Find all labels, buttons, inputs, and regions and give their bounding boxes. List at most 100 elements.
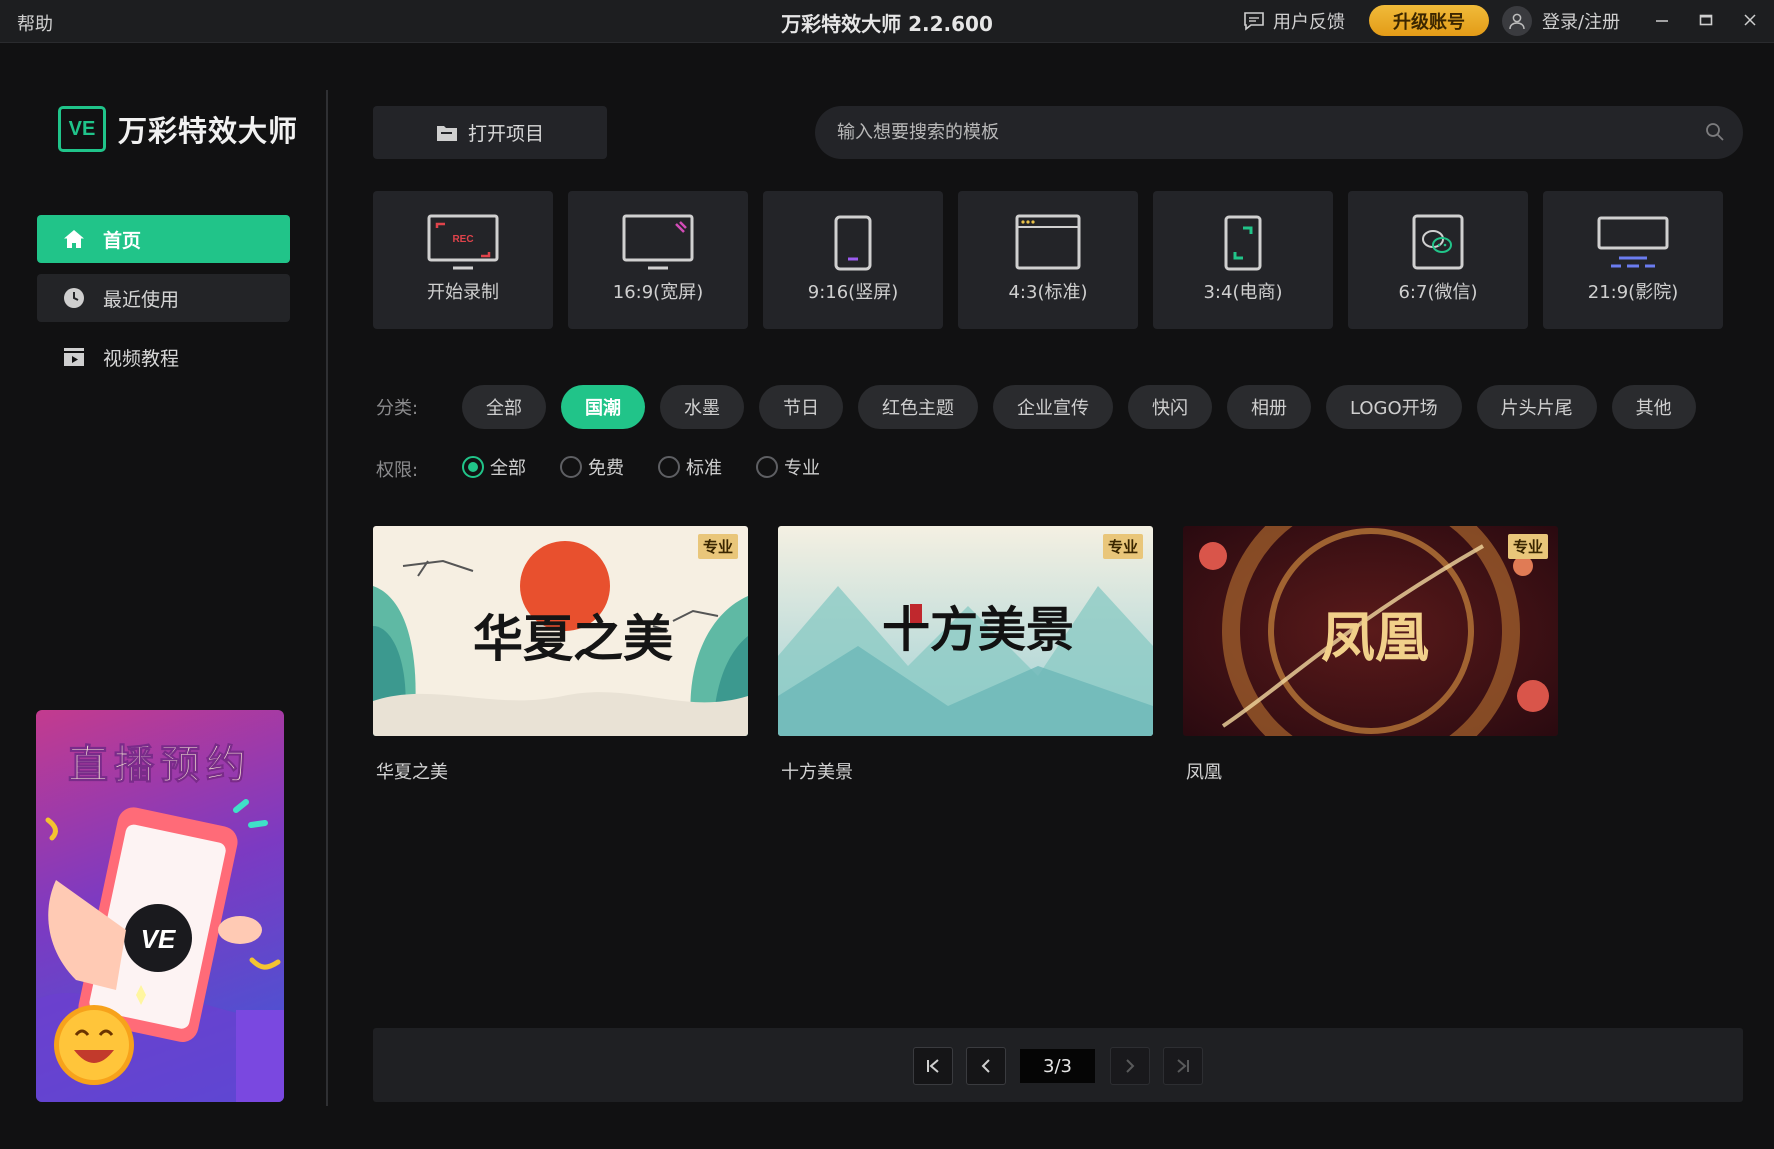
ratio-card-16-9[interactable]: 16:9(宽屏): [568, 191, 748, 329]
template-art: 凤凰: [1183, 526, 1558, 736]
category-chip-ink[interactable]: 水墨: [660, 385, 744, 429]
radio-label: 标准: [686, 458, 722, 479]
template-art: 十方美景: [778, 526, 1153, 736]
open-project-button[interactable]: 打开项目: [373, 106, 607, 159]
radio-dot: [462, 456, 484, 478]
ratio-card-3-4[interactable]: 3:4(电商): [1153, 191, 1333, 329]
template-name: 华夏之美: [376, 762, 448, 783]
template-card[interactable]: 凤凰 专业 凤凰: [1183, 526, 1558, 784]
search-icon[interactable]: [1705, 122, 1725, 142]
sidebar-item-label: 视频教程: [103, 347, 180, 370]
permission-filter-label: 权限:: [376, 460, 419, 481]
permission-radio-standard[interactable]: 标准: [658, 454, 722, 480]
category-chip-guochao[interactable]: 国潮: [561, 385, 645, 429]
folder-icon: [436, 125, 457, 141]
template-art-text: 华夏之美: [473, 609, 673, 668]
chevron-right-icon: [1126, 1059, 1135, 1073]
ratio-card-label: 16:9(宽屏): [612, 282, 704, 303]
ratio-card-label: 开始录制: [427, 282, 499, 303]
close-icon: [1744, 14, 1756, 26]
cinema-icon: [1597, 216, 1669, 268]
radio-dot: [756, 456, 778, 478]
template-name: 凤凰: [1186, 762, 1222, 783]
radio-label: 专业: [784, 458, 820, 479]
template-thumbnail[interactable]: 华夏之美 专业: [373, 526, 748, 736]
app-window: 帮助 万彩特效大师 2.2.600 用户反馈 升级账号 登录/注册 VE 万彩特…: [0, 0, 1774, 1149]
ecommerce-icon: [1224, 215, 1262, 271]
category-chip-corporate[interactable]: 企业宣传: [993, 385, 1113, 429]
feedback-label: 用户反馈: [1273, 12, 1345, 33]
ratio-card-4-3[interactable]: 4:3(标准): [958, 191, 1138, 329]
template-thumbnail[interactable]: 凤凰 专业: [1183, 526, 1558, 736]
ratio-card-record[interactable]: REC 开始录制: [373, 191, 553, 329]
user-avatar-icon: [1502, 5, 1532, 36]
category-chip-all[interactable]: 全部: [462, 385, 546, 429]
banner-phone-mark: VE: [141, 924, 176, 954]
ratio-card-label: 21:9(影院): [1587, 282, 1679, 303]
radio-dot: [658, 456, 680, 478]
app-logo: VE 万彩特效大师: [58, 106, 298, 152]
clock-icon: [64, 288, 84, 308]
standard-icon: [1015, 214, 1081, 270]
maximize-icon: [1699, 14, 1713, 26]
first-page-icon: [927, 1059, 939, 1073]
category-chip-album[interactable]: 相册: [1227, 385, 1311, 429]
maximize-button[interactable]: [1690, 6, 1722, 34]
first-page-button[interactable]: [913, 1047, 953, 1085]
chevron-left-icon: [981, 1059, 990, 1073]
prev-page-button[interactable]: [966, 1047, 1006, 1085]
template-search-bar: [815, 106, 1743, 159]
template-name: 十方美景: [781, 762, 853, 783]
feedback-icon: [1244, 12, 1264, 31]
pagination-bar: 3/3: [373, 1028, 1743, 1102]
category-chip-festival[interactable]: 节日: [759, 385, 843, 429]
ratio-card-21-9[interactable]: 21:9(影院): [1543, 191, 1723, 329]
pro-badge: 专业: [697, 534, 738, 559]
last-page-icon: [1177, 1059, 1189, 1073]
upgrade-account-button[interactable]: 升级账号: [1369, 5, 1489, 36]
template-card[interactable]: 华夏之美 专业 华夏之美: [373, 526, 748, 784]
feedback-button[interactable]: 用户反馈: [1243, 8, 1345, 34]
category-chip-intro-outro[interactable]: 片头片尾: [1476, 385, 1597, 429]
live-booking-banner[interactable]: 直播预约 VE: [36, 710, 284, 1102]
category-chip-logo-intro[interactable]: LOGO开场: [1326, 385, 1462, 429]
permission-radio-free[interactable]: 免费: [560, 454, 624, 480]
permission-radio-all[interactable]: 全部: [462, 454, 526, 480]
last-page-button[interactable]: [1163, 1047, 1203, 1085]
close-button[interactable]: [1734, 6, 1766, 34]
widescreen-icon: [622, 214, 694, 270]
sidebar-divider: [326, 90, 328, 1106]
template-art: 华夏之美: [373, 526, 748, 736]
sidebar-item-label: 首页: [103, 229, 142, 252]
next-page-button[interactable]: [1110, 1047, 1150, 1085]
minimize-button[interactable]: [1646, 6, 1678, 34]
home-icon: [64, 230, 84, 248]
sidebar-item-recent[interactable]: 最近使用: [37, 274, 290, 322]
radio-label: 全部: [490, 458, 526, 479]
category-chip-red-theme[interactable]: 红色主题: [858, 385, 978, 429]
ratio-card-label: 9:16(竖屏): [807, 282, 899, 303]
template-thumbnail[interactable]: 十方美景 专业: [778, 526, 1153, 736]
pro-badge: 专业: [1507, 534, 1548, 559]
sidebar-item-home[interactable]: 首页: [37, 215, 290, 263]
wechat-icon: [1412, 214, 1464, 270]
banner-title: 直播预约: [68, 742, 252, 788]
login-register-button[interactable]: 登录/注册: [1502, 5, 1620, 36]
category-chip-other[interactable]: 其他: [1611, 385, 1696, 429]
template-card[interactable]: 十方美景 专业 十方美景: [778, 526, 1153, 784]
ratio-card-label: 4:3(标准): [1008, 282, 1088, 303]
logo-mark: VE: [58, 106, 106, 152]
banner-illustration: 直播预约 VE: [36, 742, 284, 1102]
permission-radio-pro[interactable]: 专业: [756, 454, 820, 480]
category-chip-flash[interactable]: 快闪: [1128, 385, 1212, 429]
ratio-card-6-7[interactable]: 6:7(微信): [1348, 191, 1528, 329]
ratio-card-9-16[interactable]: 9:16(竖屏): [763, 191, 943, 329]
rec-badge: REC: [452, 234, 473, 245]
page-indicator[interactable]: 3/3: [1020, 1049, 1095, 1083]
category-chip-row: 全部 国潮 水墨 节日 红色主题 企业宣传 快闪 相册 LOGO开场 片头片尾 …: [462, 385, 1696, 429]
logo-text: 万彩特效大师: [118, 114, 299, 148]
minimize-icon: [1656, 20, 1668, 22]
template-search-input[interactable]: [837, 106, 1677, 159]
sidebar-item-tutorial[interactable]: 视频教程: [37, 333, 290, 381]
login-label: 登录/注册: [1542, 11, 1621, 33]
